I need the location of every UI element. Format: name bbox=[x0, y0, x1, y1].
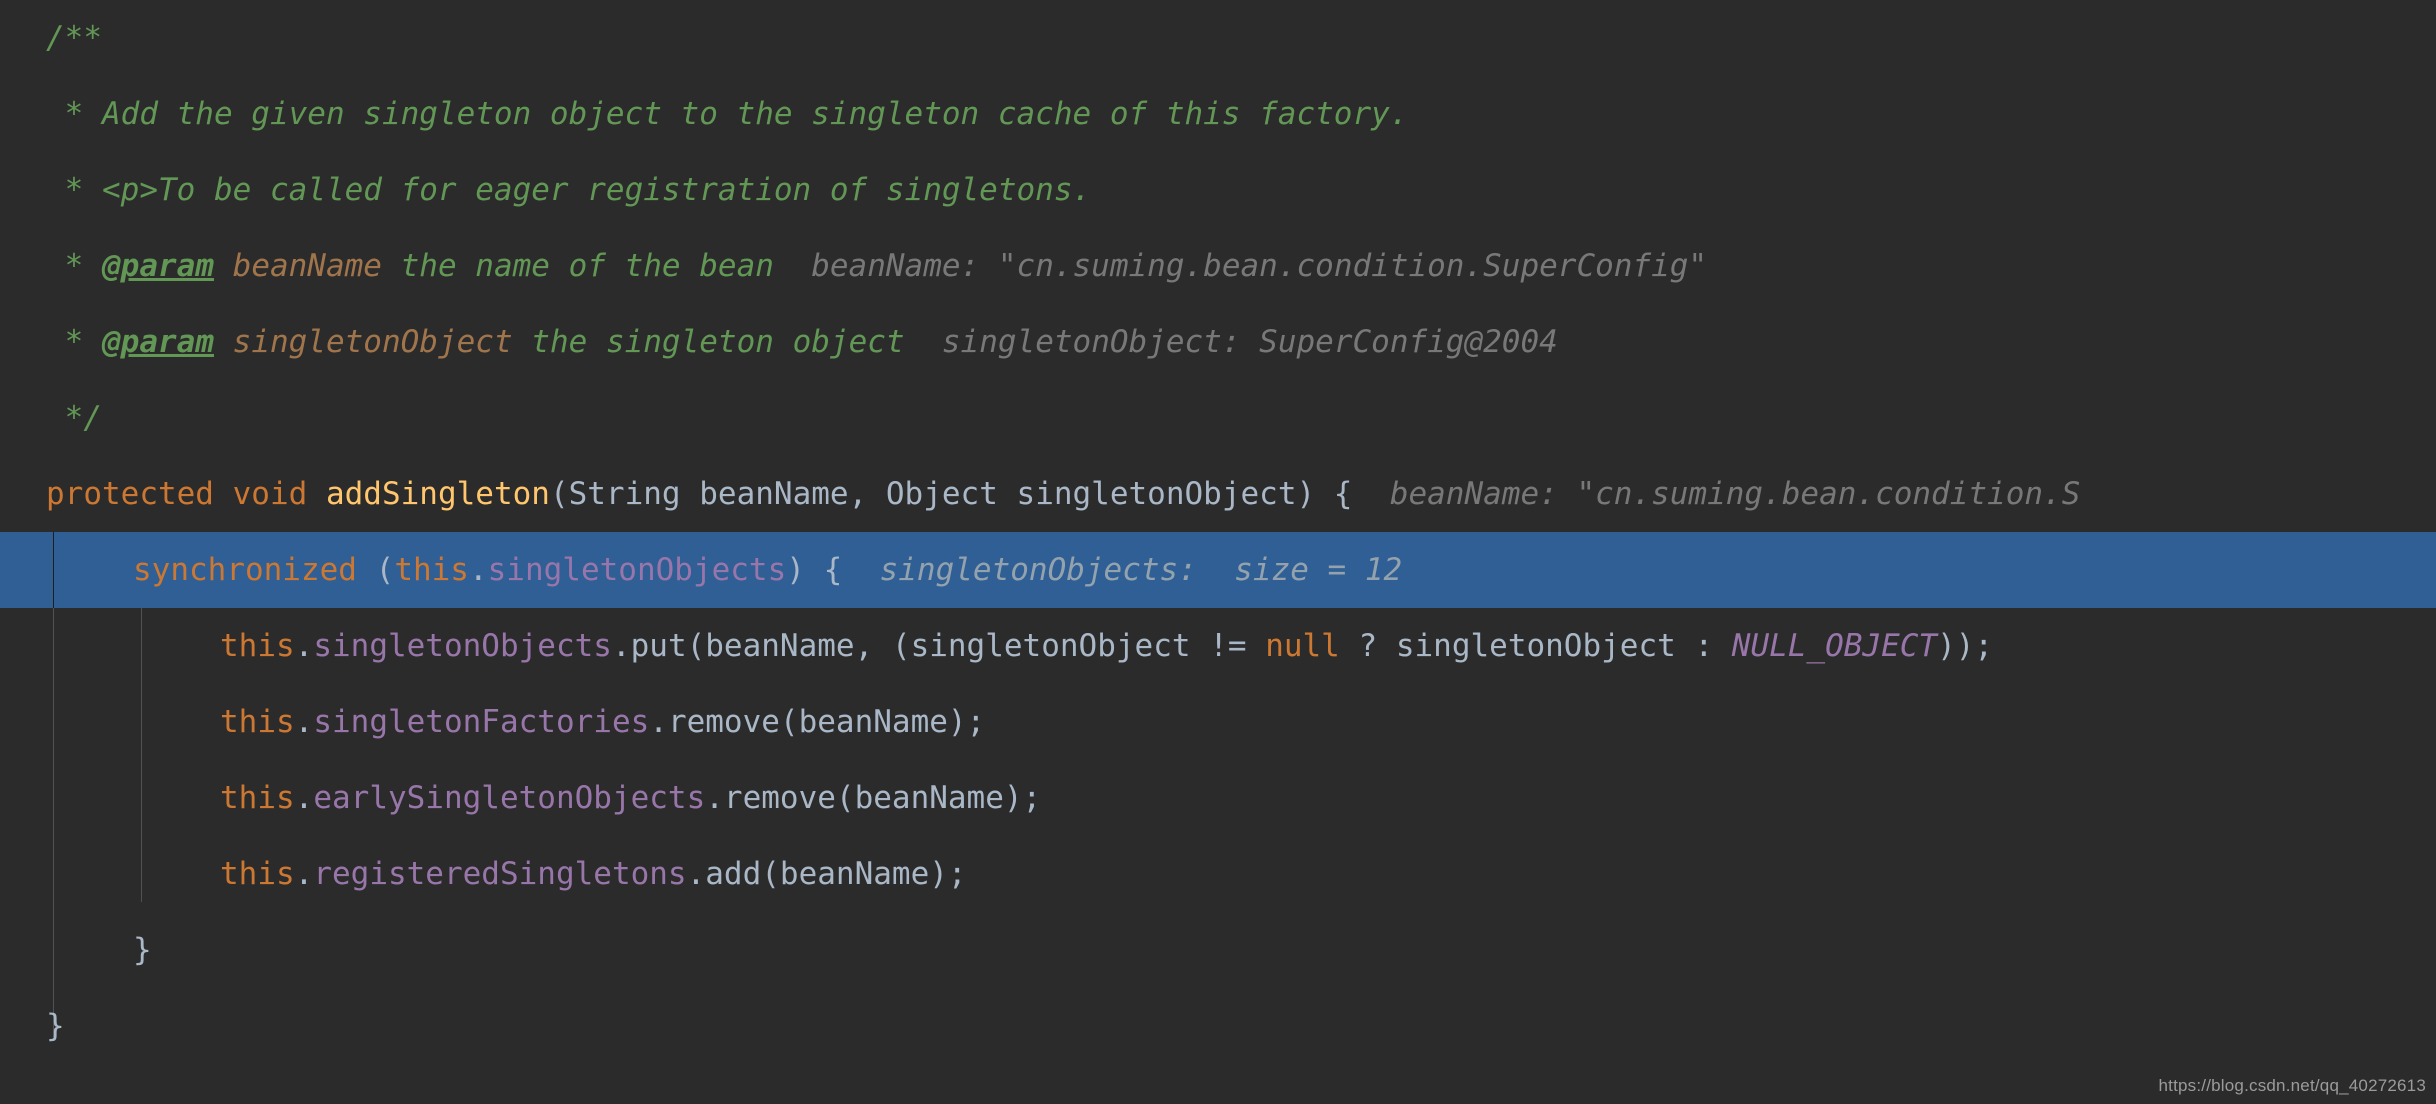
line-close-method[interactable]: } bbox=[0, 988, 2436, 1064]
token-const: NULL_OBJECT bbox=[1731, 628, 1938, 664]
token-cmt: the singleton object bbox=[512, 324, 905, 360]
caret-line-gutter-mark bbox=[53, 532, 54, 608]
token-plain: . bbox=[294, 704, 314, 740]
line-close-inner-block[interactable]: } bbox=[0, 912, 2436, 988]
token-mdecl: addSingleton bbox=[325, 476, 550, 512]
token-plain: )); bbox=[1937, 628, 1994, 664]
token-field: earlySingletonObjects bbox=[313, 780, 706, 816]
token-cmt: */ bbox=[46, 400, 102, 436]
token-cmt-par: singletonObject bbox=[232, 324, 513, 360]
code-lines-container[interactable]: /** * Add the given singleton object to … bbox=[0, 0, 2436, 1064]
line-put-singleton-objects[interactable]: this.singletonObjects.put(beanName, (sin… bbox=[0, 608, 2436, 684]
token-field: singletonFactories bbox=[313, 704, 650, 740]
token-cmt: * <p>To be called for eager registration… bbox=[46, 172, 1092, 208]
token-plain: .remove(beanName); bbox=[649, 704, 986, 740]
line-method-signature[interactable]: protected void addSingleton(String beanN… bbox=[0, 456, 2436, 532]
code-editor[interactable]: /** * Add the given singleton object to … bbox=[0, 0, 2436, 1104]
line-add-registered-singletons[interactable]: this.registeredSingletons.add(beanName); bbox=[0, 836, 2436, 912]
token-cmt bbox=[214, 248, 233, 284]
token-kw: this bbox=[394, 552, 469, 588]
token-plain: . bbox=[294, 628, 314, 664]
token-hint: singletonObject: SuperConfig@2004 bbox=[904, 324, 1558, 360]
token-cmt-tag: @param bbox=[102, 324, 214, 360]
line-remove-early-singleton-objects[interactable]: this.earlySingletonObjects.remove(beanNa… bbox=[0, 760, 2436, 836]
token-plain: (String beanName, Object singletonObject… bbox=[549, 476, 1353, 512]
token-cmt-tag: @param bbox=[102, 248, 214, 284]
token-field: registeredSingletons bbox=[313, 856, 687, 892]
line-comment-desc2[interactable]: * <p>To be called for eager registration… bbox=[0, 152, 2436, 228]
token-field: singletonObjects bbox=[313, 628, 612, 664]
token-cmt bbox=[214, 324, 233, 360]
token-cmt-par: beanName bbox=[232, 248, 382, 284]
line-comment-close[interactable]: */ bbox=[0, 380, 2436, 456]
token-kw: this bbox=[220, 628, 295, 664]
token-kw: synchronized bbox=[133, 552, 376, 588]
line-comment-open[interactable]: /** bbox=[0, 0, 2436, 76]
token-kw: this bbox=[220, 704, 295, 740]
token-hint-on: singletonObjects: size = 12 bbox=[842, 552, 1403, 588]
line-comment-param-singletonobject[interactable]: * @param singletonObject the singleton o… bbox=[0, 304, 2436, 380]
token-field: singletonObjects bbox=[487, 552, 787, 588]
token-cmt: /** bbox=[46, 20, 102, 56]
token-hint: beanName: "cn.suming.bean.condition.Supe… bbox=[773, 248, 1708, 284]
token-brace: } bbox=[46, 1008, 65, 1044]
token-kw: this bbox=[220, 780, 295, 816]
token-cmt: * Add the given singleton object to the … bbox=[46, 96, 1409, 132]
line-comment-desc1[interactable]: * Add the given singleton object to the … bbox=[0, 76, 2436, 152]
line-comment-param-beanname[interactable]: * @param beanName the name of the bean b… bbox=[0, 228, 2436, 304]
token-plain: . bbox=[468, 552, 488, 588]
token-cmt: the name of the bean bbox=[381, 248, 774, 284]
token-plain: ? singletonObject : bbox=[1339, 628, 1732, 664]
token-kw: protected void bbox=[46, 476, 326, 512]
token-kw: this bbox=[220, 856, 295, 892]
line-remove-singleton-factories[interactable]: this.singletonFactories.remove(beanName)… bbox=[0, 684, 2436, 760]
token-kw: null bbox=[1265, 628, 1340, 664]
watermark-url: https://blog.csdn.net/qq_40272613 bbox=[2158, 1076, 2426, 1095]
token-plain: ) { bbox=[786, 552, 843, 588]
token-plain: . bbox=[294, 780, 314, 816]
token-brace: } bbox=[133, 932, 152, 968]
token-plain: .put(beanName, (singletonObject != bbox=[611, 628, 1266, 664]
token-plain: .add(beanName); bbox=[686, 856, 967, 892]
token-plain: . bbox=[294, 856, 314, 892]
line-synchronized[interactable]: synchronized (this.singletonObjects) { s… bbox=[0, 532, 2436, 608]
token-hint: beanName: "cn.suming.bean.condition.S bbox=[1352, 476, 2081, 512]
token-plain: .remove(beanName); bbox=[705, 780, 1042, 816]
token-cmt: * bbox=[46, 248, 102, 284]
token-plain: ( bbox=[375, 552, 395, 588]
token-cmt: * bbox=[46, 324, 102, 360]
